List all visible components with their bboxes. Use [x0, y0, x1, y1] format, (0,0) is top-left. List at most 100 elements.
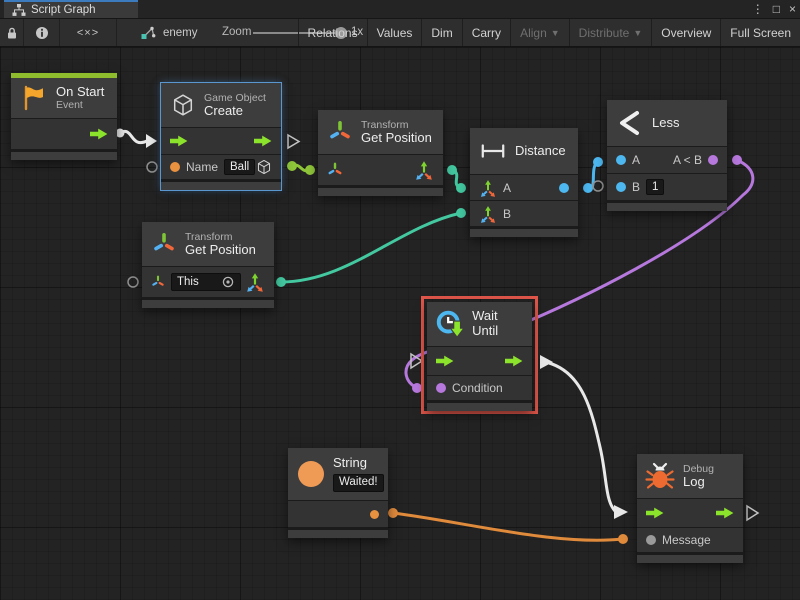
- port-row: This: [142, 267, 274, 297]
- node-footer: [607, 203, 727, 211]
- port-row: A A < B: [607, 147, 727, 173]
- node-title: Wait Until: [472, 309, 524, 339]
- string-value-field[interactable]: Waited!: [333, 474, 384, 491]
- distribute-dropdown[interactable]: Distribute▼: [569, 19, 652, 46]
- port-row: [637, 499, 743, 527]
- transform-in-port[interactable]: [327, 162, 343, 178]
- node-header: Transform Get Position: [142, 222, 274, 266]
- port-row: Condition: [427, 376, 532, 400]
- number-out-port[interactable]: [559, 183, 569, 193]
- exec-in-port[interactable]: [170, 135, 188, 147]
- exec-out-port[interactable]: [254, 135, 272, 147]
- maximize-button[interactable]: □: [773, 2, 780, 16]
- exec-in-port[interactable]: [646, 507, 664, 519]
- node-subtitle: Debug: [683, 463, 714, 475]
- carry-button[interactable]: Carry: [462, 19, 510, 46]
- node-footer: [427, 403, 532, 411]
- a-input-port[interactable]: [616, 155, 626, 165]
- node-subtitle: Event: [56, 99, 104, 111]
- zoom-label: Zoom: [222, 26, 251, 38]
- node-debug-log[interactable]: Debug Log Message: [637, 454, 743, 563]
- close-button[interactable]: ×: [789, 2, 796, 16]
- node-footer: [288, 530, 388, 538]
- port-label: Condition: [452, 381, 503, 395]
- toolbar-toggles: Relations Values Dim Carry Align▼ Distri…: [298, 19, 800, 46]
- node-footer: [11, 152, 117, 160]
- node-footer: [637, 555, 743, 563]
- exec-out-port[interactable]: [90, 128, 108, 140]
- result-out-port[interactable]: [708, 155, 718, 165]
- node-title: Get Position: [361, 131, 432, 146]
- b-input-port[interactable]: [616, 182, 626, 192]
- window-menu-button[interactable]: ⋮: [752, 2, 764, 16]
- graph-name: enemy: [163, 27, 198, 39]
- port-row: A: [470, 175, 578, 200]
- transform-icon: [152, 232, 176, 256]
- object-picker-icon[interactable]: [221, 275, 235, 289]
- node-title: Get Position: [185, 243, 256, 258]
- flag-icon: [21, 85, 47, 111]
- align-dropdown[interactable]: Align▼: [510, 19, 569, 46]
- node-title: Create: [204, 104, 266, 119]
- node-create-gameobject[interactable]: Game Object Create Name Ball: [161, 83, 281, 190]
- name-input-port[interactable]: [170, 162, 180, 172]
- port-row: Name Ball: [161, 155, 281, 179]
- node-string-literal[interactable]: String Waited!: [288, 448, 388, 538]
- node-header: Transform Get Position: [318, 110, 443, 154]
- node-header: Game Object Create: [161, 83, 281, 127]
- node-header: Wait Until: [427, 302, 532, 346]
- lock-button[interactable]: [0, 19, 24, 46]
- port-label: B: [632, 180, 640, 194]
- node-subtitle: Transform: [185, 231, 256, 243]
- string-out-port[interactable]: [370, 510, 379, 519]
- b-value-field[interactable]: 1: [646, 179, 664, 195]
- transform-in-port[interactable]: [151, 275, 165, 289]
- node-less[interactable]: Less A A < B B 1: [607, 100, 727, 211]
- graph-tab-icon: [12, 3, 26, 17]
- port-label: A < B: [673, 153, 702, 167]
- cube-icon: [171, 93, 195, 117]
- overview-button[interactable]: Overview: [651, 19, 720, 46]
- node-title: Less: [652, 116, 679, 131]
- condition-input-port[interactable]: [436, 383, 446, 393]
- node-title: On Start: [56, 85, 104, 100]
- fullscreen-button[interactable]: Full Screen: [720, 19, 800, 46]
- node-distance[interactable]: Distance A B: [470, 128, 578, 237]
- node-footer: [142, 300, 274, 308]
- exec-in-port[interactable]: [436, 355, 454, 367]
- node-header: Distance: [470, 128, 578, 174]
- message-input-port[interactable]: [646, 535, 656, 545]
- target-field[interactable]: This: [171, 273, 241, 291]
- node-on-start-event[interactable]: On Start Event: [11, 73, 117, 160]
- tab-script-graph[interactable]: Script Graph: [4, 0, 138, 18]
- window-controls: ⋮ □ ×: [752, 0, 796, 18]
- gameobject-out-port[interactable]: [256, 159, 272, 175]
- position-out-port[interactable]: [414, 160, 434, 180]
- port-row: B 1: [607, 174, 727, 200]
- node-title: Distance: [515, 144, 566, 159]
- code-icon: <×>: [77, 27, 99, 39]
- graph-name-chip[interactable]: enemy: [133, 19, 206, 46]
- node-header: On Start Event: [11, 78, 117, 118]
- dim-button[interactable]: Dim: [421, 19, 461, 46]
- node-get-position-top[interactable]: Transform Get Position: [318, 110, 443, 196]
- position-out-port[interactable]: [245, 272, 265, 292]
- values-button[interactable]: Values: [367, 19, 422, 46]
- node-wait-until[interactable]: Wait Until Condition: [427, 302, 532, 411]
- code-view-button[interactable]: <×>: [60, 19, 117, 46]
- port-row: [427, 347, 532, 375]
- relations-button[interactable]: Relations: [298, 19, 367, 46]
- vector-in-port[interactable]: [479, 205, 497, 223]
- exec-out-port[interactable]: [505, 355, 523, 367]
- lock-icon: [5, 26, 19, 40]
- chevron-down-icon: ▼: [633, 28, 642, 38]
- graph-toolbar: <×> enemy Zoom 1x Relations Values Dim C…: [0, 19, 800, 47]
- name-value-field[interactable]: Ball: [224, 159, 255, 175]
- exec-out-port[interactable]: [716, 507, 734, 519]
- vector-in-port[interactable]: [479, 179, 497, 197]
- graph-icon: [141, 25, 157, 41]
- window-tab-bar: Script Graph ⋮ □ ×: [0, 0, 800, 19]
- port-row: [318, 155, 443, 185]
- node-get-position-bottom[interactable]: Transform Get Position This: [142, 222, 274, 308]
- info-button[interactable]: [24, 19, 60, 46]
